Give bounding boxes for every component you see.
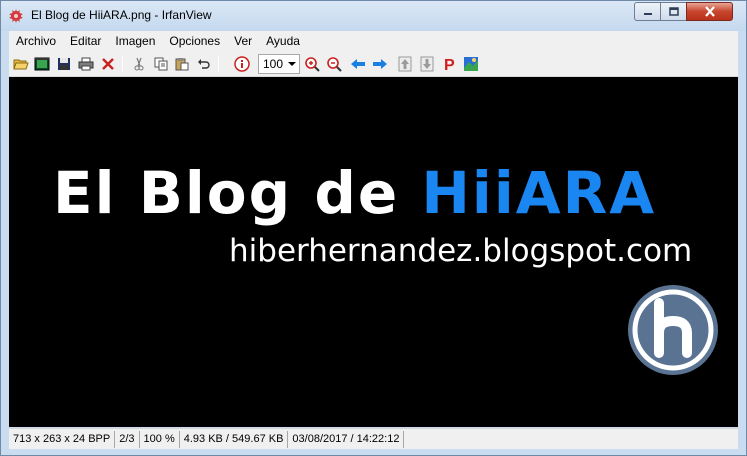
blog-logo-icon xyxy=(628,285,718,375)
zoom-out-icon[interactable] xyxy=(325,55,343,73)
menu-archivo[interactable]: Archivo xyxy=(9,31,63,51)
title-bar[interactable]: El Blog de HiiARA.png - IrfanView xyxy=(1,1,746,31)
next-icon[interactable] xyxy=(371,55,389,73)
image-title-part2: HiiARA xyxy=(421,159,657,227)
toolbar-separator xyxy=(122,56,123,72)
svg-text:P: P xyxy=(444,57,455,72)
window-title: El Blog de HiiARA.png - IrfanView xyxy=(31,8,212,22)
zoom-in-icon[interactable] xyxy=(303,55,321,73)
slideshow-icon[interactable] xyxy=(33,55,51,73)
copy-icon[interactable] xyxy=(152,55,170,73)
first-page-icon[interactable] xyxy=(396,55,414,73)
paste-icon[interactable] xyxy=(173,55,191,73)
cut-icon[interactable] xyxy=(130,55,148,73)
status-file-size: 4.93 KB / 549.67 KB xyxy=(180,430,289,448)
minimize-icon xyxy=(643,12,652,15)
save-icon[interactable] xyxy=(55,55,73,73)
print-icon[interactable] xyxy=(77,55,95,73)
irfanview-window: El Blog de HiiARA.png - IrfanView Archiv… xyxy=(0,0,747,456)
menu-opciones[interactable]: Opciones xyxy=(162,31,227,51)
zoom-select[interactable]: 100 xyxy=(258,54,300,74)
close-icon xyxy=(704,6,715,17)
image-title-part1: El Blog de xyxy=(53,159,422,227)
toolbar-separator xyxy=(218,56,219,72)
status-dimensions: 713 x 263 x 24 BPP xyxy=(9,430,116,448)
menu-imagen[interactable]: Imagen xyxy=(108,31,162,51)
image-viewport[interactable]: El Blog de HiiARA hiberhernandez.blogspo… xyxy=(9,77,738,427)
menu-editar[interactable]: Editar xyxy=(63,31,108,51)
previous-icon[interactable] xyxy=(349,55,367,73)
info-icon[interactable] xyxy=(233,55,251,73)
image-title-text: El Blog de HiiARA xyxy=(53,159,656,227)
zoom-value: 100 xyxy=(263,57,284,71)
menu-ayuda[interactable]: Ayuda xyxy=(259,31,307,51)
menu-bar: Archivo Editar Imagen Opciones Ver Ayuda xyxy=(9,31,738,51)
chevron-down-icon xyxy=(288,62,296,66)
status-zoom: 100 % xyxy=(140,430,180,448)
image-url-text: hiberhernandez.blogspot.com xyxy=(229,233,693,269)
maximize-icon xyxy=(668,6,679,16)
thumbnails-icon[interactable] xyxy=(462,55,480,73)
last-page-icon[interactable] xyxy=(418,55,436,73)
open-folder-icon[interactable] xyxy=(12,55,30,73)
status-datetime: 03/08/2017 / 14:22:12 xyxy=(288,430,405,448)
paint-icon[interactable]: P xyxy=(440,55,458,73)
minimize-button[interactable] xyxy=(634,2,661,21)
menu-ver[interactable]: Ver xyxy=(227,31,259,51)
status-index: 2/3 xyxy=(115,430,140,448)
status-bar: 713 x 263 x 24 BPP 2/3 100 % 4.93 KB / 5… xyxy=(9,428,738,449)
toolbar: 100 P xyxy=(9,51,738,77)
close-button[interactable] xyxy=(686,2,733,21)
maximize-button[interactable] xyxy=(660,2,687,21)
undo-icon[interactable] xyxy=(195,55,213,73)
delete-icon[interactable] xyxy=(99,55,117,73)
irfanview-app-icon[interactable] xyxy=(8,8,24,24)
